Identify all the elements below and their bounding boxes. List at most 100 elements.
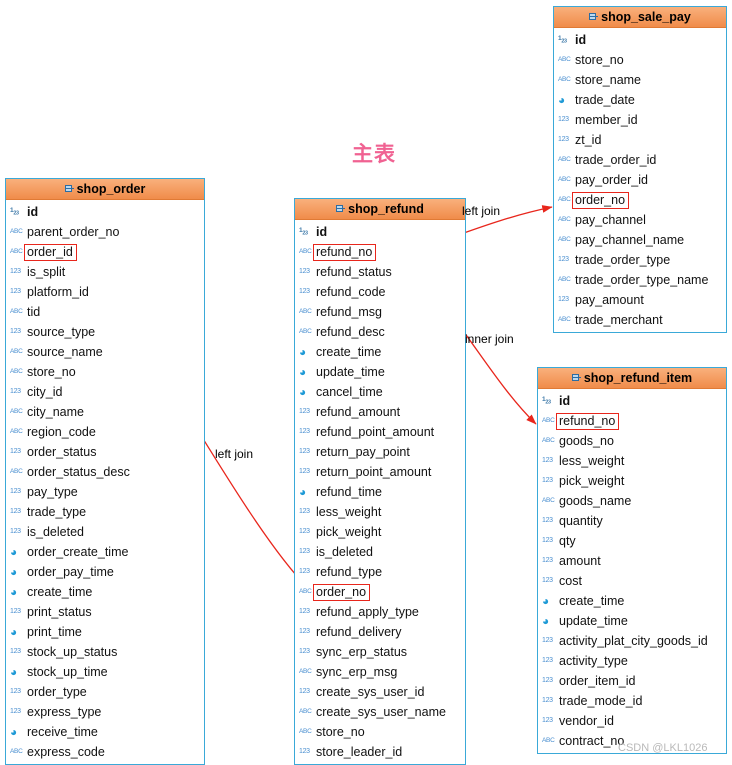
- table-shop_order[interactable]: shop_order 123 id ABC parent_order_no ABC orde…: [5, 178, 205, 765]
- column-row[interactable]: ABC city_name: [6, 402, 204, 422]
- column-row[interactable]: ◕ order_create_time: [6, 542, 204, 562]
- column-row[interactable]: ◕ stock_up_time: [6, 662, 204, 682]
- column-row[interactable]: ABC refund_msg: [295, 302, 465, 322]
- column-row[interactable]: ABC order_status_desc: [6, 462, 204, 482]
- column-row[interactable]: 123 pay_amount: [554, 290, 726, 310]
- column-row[interactable]: 123 is_split: [6, 262, 204, 282]
- column-row[interactable]: 123 activity_plat_city_goods_id: [538, 631, 726, 651]
- column-row[interactable]: 123 refund_type: [295, 562, 465, 582]
- column-name: trade_order_type: [575, 253, 671, 267]
- column-row[interactable]: 123 create_sys_user_id: [295, 682, 465, 702]
- column-row[interactable]: ABC goods_no: [538, 431, 726, 451]
- column-row[interactable]: ◕ create_time: [295, 342, 465, 362]
- column-row[interactable]: 123 quantity: [538, 511, 726, 531]
- column-row[interactable]: 123 is_deleted: [6, 522, 204, 542]
- column-row[interactable]: 123 order_item_id: [538, 671, 726, 691]
- column-row[interactable]: 123 id: [295, 222, 465, 242]
- column-row[interactable]: 123 print_status: [6, 602, 204, 622]
- column-row[interactable]: ABC pay_channel: [554, 210, 726, 230]
- column-row[interactable]: 123 pick_weight: [538, 471, 726, 491]
- column-row[interactable]: ABC store_no: [6, 362, 204, 382]
- column-row[interactable]: 123 activity_type: [538, 651, 726, 671]
- column-row[interactable]: 123 return_pay_point: [295, 442, 465, 462]
- column-row[interactable]: 123 amount: [538, 551, 726, 571]
- datetime-column-icon: ◕: [299, 365, 306, 379]
- column-row[interactable]: 123 store_leader_id: [295, 742, 465, 762]
- column-row[interactable]: ◕ update_time: [295, 362, 465, 382]
- table-shop_sale_pay[interactable]: shop_sale_pay 123 id ABC store_no ABC store_na…: [553, 6, 727, 333]
- column-row[interactable]: 123 zt_id: [554, 130, 726, 150]
- column-row[interactable]: ABC refund_no: [295, 242, 465, 262]
- column-row[interactable]: ABC order_no: [295, 582, 465, 602]
- column-row[interactable]: ABC store_no: [295, 722, 465, 742]
- table-header-shop_sale_pay[interactable]: shop_sale_pay: [554, 7, 726, 28]
- column-row[interactable]: ABC parent_order_no: [6, 222, 204, 242]
- column-row[interactable]: 123 refund_code: [295, 282, 465, 302]
- column-row[interactable]: 123 platform_id: [6, 282, 204, 302]
- column-row[interactable]: 123 trade_mode_id: [538, 691, 726, 711]
- column-row[interactable]: ABC pay_channel_name: [554, 230, 726, 250]
- column-row[interactable]: ABC refund_no: [538, 411, 726, 431]
- column-row[interactable]: ◕ print_time: [6, 622, 204, 642]
- table-header-shop_refund_item[interactable]: shop_refund_item: [538, 368, 726, 389]
- text-column-icon: ABC: [299, 328, 312, 335]
- column-row[interactable]: ◕ order_pay_time: [6, 562, 204, 582]
- column-row[interactable]: ABC trade_order_type_name: [554, 270, 726, 290]
- column-row[interactable]: 123 order_type: [6, 682, 204, 702]
- column-row[interactable]: 123 refund_apply_type: [295, 602, 465, 622]
- column-row[interactable]: ABC sync_erp_msg: [295, 662, 465, 682]
- column-row[interactable]: 123 return_point_amount: [295, 462, 465, 482]
- number-column-icon: 123: [542, 557, 553, 564]
- column-row[interactable]: ABC create_sys_user_name: [295, 702, 465, 722]
- column-row[interactable]: 123 refund_delivery: [295, 622, 465, 642]
- table-header-shop_order[interactable]: shop_order: [6, 179, 204, 200]
- column-row[interactable]: ◕ create_time: [6, 582, 204, 602]
- column-row[interactable]: 123 trade_order_type: [554, 250, 726, 270]
- table-shop_refund[interactable]: shop_refund 123 id ABC refund_no 123 refund_st…: [294, 198, 466, 765]
- column-row[interactable]: ◕ create_time: [538, 591, 726, 611]
- column-row[interactable]: ◕ trade_date: [554, 90, 726, 110]
- column-row[interactable]: 123 refund_amount: [295, 402, 465, 422]
- column-row[interactable]: ABC refund_desc: [295, 322, 465, 342]
- column-row[interactable]: 123 source_type: [6, 322, 204, 342]
- column-row[interactable]: ABC store_no: [554, 50, 726, 70]
- column-row[interactable]: 123 pick_weight: [295, 522, 465, 542]
- column-row[interactable]: 123 vendor_id: [538, 711, 726, 731]
- column-row[interactable]: 123 id: [538, 391, 726, 411]
- table-header-shop_refund[interactable]: shop_refund: [295, 199, 465, 220]
- column-row[interactable]: ABC express_code: [6, 742, 204, 762]
- column-row[interactable]: ABC store_name: [554, 70, 726, 90]
- column-row[interactable]: 123 cost: [538, 571, 726, 591]
- column-row[interactable]: ABC order_no: [554, 190, 726, 210]
- column-row[interactable]: 123 member_id: [554, 110, 726, 130]
- column-row[interactable]: 123 less_weight: [295, 502, 465, 522]
- column-row[interactable]: 123 qty: [538, 531, 726, 551]
- column-row[interactable]: ABC goods_name: [538, 491, 726, 511]
- column-row[interactable]: 123 city_id: [6, 382, 204, 402]
- column-row[interactable]: ◕ receive_time: [6, 722, 204, 742]
- column-row[interactable]: ABC trade_merchant: [554, 310, 726, 330]
- column-row[interactable]: 123 stock_up_status: [6, 642, 204, 662]
- column-row[interactable]: 123 less_weight: [538, 451, 726, 471]
- column-row[interactable]: 123 id: [6, 202, 204, 222]
- column-row[interactable]: ABC pay_order_id: [554, 170, 726, 190]
- column-row[interactable]: 123 express_type: [6, 702, 204, 722]
- column-row[interactable]: 123 id: [554, 30, 726, 50]
- table-shop_refund_item[interactable]: shop_refund_item 123 id ABC refund_no ABC good…: [537, 367, 727, 754]
- column-row[interactable]: ABC region_code: [6, 422, 204, 442]
- column-row[interactable]: 123 is_deleted: [295, 542, 465, 562]
- column-row[interactable]: ◕ refund_time: [295, 482, 465, 502]
- column-row[interactable]: 123 pay_type: [6, 482, 204, 502]
- column-row[interactable]: 123 refund_point_amount: [295, 422, 465, 442]
- column-row[interactable]: ABC order_id: [6, 242, 204, 262]
- column-row[interactable]: ◕ update_time: [538, 611, 726, 631]
- column-row[interactable]: ABC trade_order_id: [554, 150, 726, 170]
- column-row[interactable]: 123 sync_erp_status: [295, 642, 465, 662]
- column-row[interactable]: ◕ cancel_time: [295, 382, 465, 402]
- column-row[interactable]: 123 trade_type: [6, 502, 204, 522]
- column-row[interactable]: 123 order_status: [6, 442, 204, 462]
- table-icon: [571, 374, 581, 383]
- column-row[interactable]: ABC source_name: [6, 342, 204, 362]
- column-row[interactable]: ABC tid: [6, 302, 204, 322]
- column-row[interactable]: 123 refund_status: [295, 262, 465, 282]
